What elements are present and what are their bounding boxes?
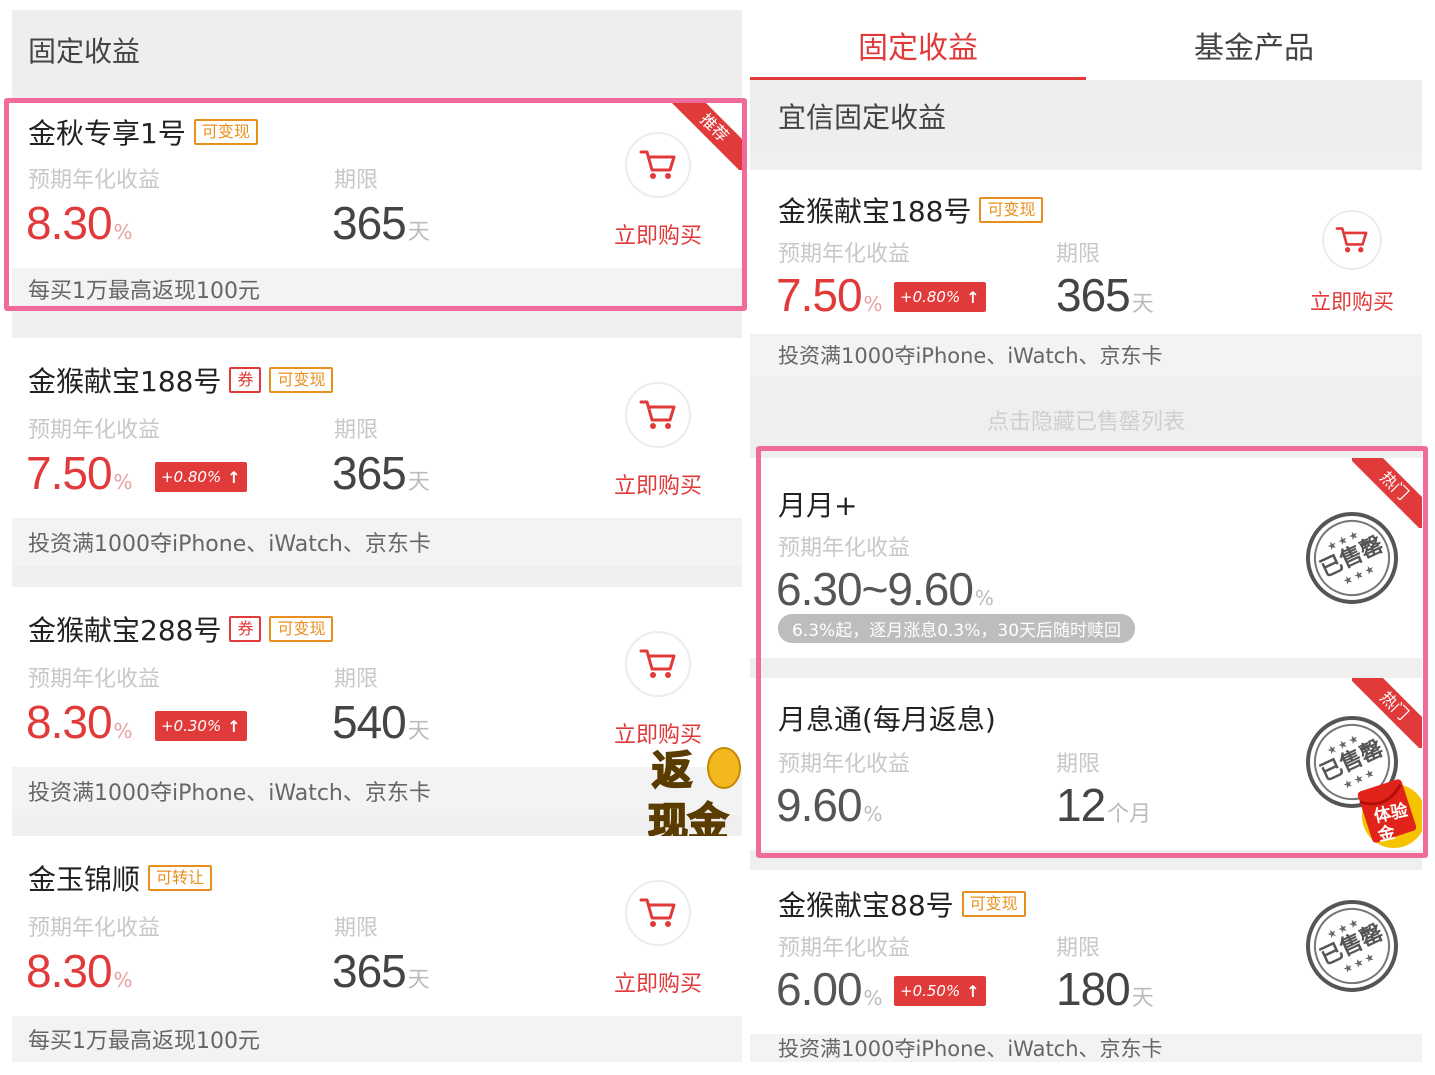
term-value: 365 天 <box>332 197 430 249</box>
rate-label: 预期年化收益 <box>28 667 161 692</box>
promo-footer: 每买1万最高返现100元 <box>12 1016 742 1062</box>
product-name: 金猴献宝188号 <box>28 365 222 398</box>
term-value: 540 天 <box>332 696 430 748</box>
promo-footer: 投资满1000夺iPhone、iWatch、京东卡 <box>12 518 742 566</box>
term-label: 期限 <box>334 916 379 941</box>
product-card[interactable]: 热门 月息通(每月返息) 预期年化收益 期限 9.60% 12 个月 ★★★ 已售罄… <box>750 678 1422 850</box>
up-arrow-icon: ↑ <box>966 287 980 307</box>
term-label: 期限 <box>1056 242 1101 267</box>
term-value: 12 个月 <box>1056 779 1152 831</box>
term-label: 期限 <box>334 667 379 692</box>
term-label: 期限 <box>1056 936 1101 961</box>
rate-boost-badge: +0.80% ↑ <box>155 462 247 492</box>
tag-coupon: 券 <box>229 367 262 393</box>
product-name: 月息通(每月返息) <box>778 703 996 736</box>
promo-footer: 每买1万最高返现100元 <box>12 268 742 310</box>
shopping-cart-icon <box>625 382 691 448</box>
rate-label: 预期年化收益 <box>28 168 161 193</box>
term-value: 365 天 <box>332 447 430 499</box>
left-panel: 固定收益 推荐 金秋专享1号 可变现 预期年化收益 期限 8.30% 365 天 … <box>12 10 742 1062</box>
rate-label: 预期年化收益 <box>778 752 911 777</box>
tag-transferable: 可转让 <box>148 865 213 891</box>
annual-rate: 8.30% <box>26 696 133 748</box>
section-header: 宜信固定收益 <box>750 82 1422 150</box>
shopping-cart-icon <box>625 132 691 198</box>
right-panel: 固定收益 基金产品 宜信固定收益 金猴献宝188号 可变现 预期年化收益 期限 … <box>750 10 1422 1062</box>
rate-label: 预期年化收益 <box>778 936 911 961</box>
term-label: 期限 <box>334 168 379 193</box>
cash-back-badge: 返 现金 <box>647 740 742 847</box>
rate-label: 预期年化收益 <box>28 418 161 443</box>
annual-rate: 8.30% <box>26 197 133 249</box>
annual-rate: 7.50% <box>26 447 133 499</box>
sold-out-stamp: ★★★ 已售罄 ★★★ <box>1301 895 1403 997</box>
trial-money-label: 体验金 <box>1372 800 1410 846</box>
annual-rate: 6.30~9.60% <box>776 563 994 615</box>
tag-redeemable: 可变现 <box>961 891 1026 917</box>
red-envelope-icon: 体验金 <box>1346 764 1422 854</box>
product-name: 金玉锦顺 <box>28 863 141 896</box>
svg-text:返: 返 <box>652 748 692 794</box>
rate-boost-badge: +0.50% ↑ <box>894 976 986 1006</box>
product-name: 金猴献宝188号 <box>778 195 972 228</box>
product-name: 月月+ <box>778 489 858 522</box>
rate-label: 预期年化收益 <box>778 536 911 561</box>
tab-fixed-income[interactable]: 固定收益 <box>750 10 1086 80</box>
tag-coupon: 券 <box>229 616 262 642</box>
annual-rate: 8.30% <box>26 945 133 997</box>
term-value: 365 天 <box>332 945 430 997</box>
buy-button[interactable]: 立即购买 <box>603 880 713 998</box>
term-value: 180 天 <box>1056 963 1154 1015</box>
term-label: 期限 <box>334 418 379 443</box>
annual-rate: 6.00% <box>776 963 883 1015</box>
section-header: 固定收益 <box>12 10 742 90</box>
sold-out-stamp: ★★★ 已售罄 ★★★ <box>1301 507 1403 609</box>
shopping-cart-icon <box>625 880 691 946</box>
rate-note: 6.3%起，逐月涨息0.3%，30天后随时赎回 <box>778 614 1136 643</box>
buy-button[interactable]: 立即购买 <box>603 382 713 500</box>
product-card[interactable]: 金猴献宝188号 券 可变现 预期年化收益 期限 7.50% +0.80% ↑ 3… <box>12 338 742 566</box>
product-name: 金猴献宝88号 <box>778 889 954 922</box>
hide-sold-out-link[interactable]: 点击隐藏已售罄列表 <box>750 404 1422 436</box>
product-card[interactable]: 金玉锦顺 可转让 预期年化收益 期限 8.30% 365 天 立即购买 每买1万最… <box>12 836 742 1062</box>
promo-footer: 投资满1000夺iPhone、iWatch、京东卡 <box>12 767 742 815</box>
rate-label: 预期年化收益 <box>778 242 911 267</box>
rate-boost-badge: +0.80% ↑ <box>894 282 986 312</box>
buy-button[interactable]: 立即购买 <box>603 631 713 749</box>
product-card[interactable]: 金猴献宝88号 可变现 预期年化收益 期限 6.00% +0.50% ↑ 180 天… <box>750 870 1422 1062</box>
term-label: 期限 <box>1056 752 1101 777</box>
tag-redeemable: 可变现 <box>269 616 334 642</box>
rate-label: 预期年化收益 <box>28 916 161 941</box>
tag-redeemable: 可变现 <box>979 197 1044 223</box>
shopping-cart-icon <box>625 631 691 697</box>
tag-redeemable: 可变现 <box>193 119 258 145</box>
product-card[interactable]: 推荐 金秋专享1号 可变现 预期年化收益 期限 8.30% 365 天 立即购买 … <box>12 100 742 310</box>
annual-rate: 7.50% <box>776 269 883 321</box>
up-arrow-icon: ↑ <box>227 467 241 487</box>
tag-redeemable: 可变现 <box>269 367 334 393</box>
tab-bar: 固定收益 基金产品 <box>750 10 1422 80</box>
buy-button[interactable]: 立即购买 <box>603 132 713 250</box>
product-name: 金秋专享1号 <box>28 117 186 150</box>
tab-funds[interactable]: 基金产品 <box>1086 10 1422 80</box>
up-arrow-icon: ↑ <box>966 981 980 1001</box>
product-name: 金猴献宝288号 <box>28 614 222 647</box>
product-card[interactable]: 热门 月月+ 预期年化收益 6.30~9.60% 6.3%起，逐月涨息0.3%，… <box>750 458 1422 658</box>
promo-footer: 投资满1000夺iPhone、iWatch、京东卡 <box>750 1034 1422 1062</box>
promo-footer: 投资满1000夺iPhone、iWatch、京东卡 <box>750 334 1422 376</box>
up-arrow-icon: ↑ <box>227 716 241 736</box>
annual-rate: 9.60% <box>776 779 883 831</box>
product-card[interactable]: 金猴献宝188号 可变现 预期年化收益 期限 7.50% +0.80% ↑ 365… <box>750 170 1422 376</box>
term-value: 365 天 <box>1056 269 1154 321</box>
shopping-cart-icon <box>1322 210 1382 270</box>
buy-button[interactable]: 立即购买 <box>1297 210 1407 316</box>
product-card[interactable]: 金猴献宝288号 券 可变现 预期年化收益 期限 8.30% +0.30% ↑ 5… <box>12 587 742 815</box>
rate-boost-badge: +0.30% ↑ <box>155 711 247 741</box>
